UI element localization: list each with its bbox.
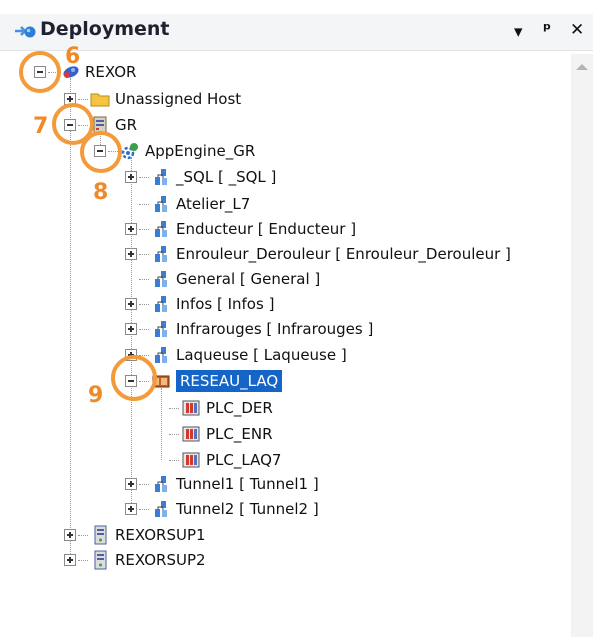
tree-node[interactable]: Tunnel1 [ Tunnel1 ] — [125, 472, 319, 496]
platform-icon — [90, 550, 110, 570]
tree-node[interactable]: Atelier_L7 — [125, 192, 250, 216]
callout-number-6: 6 — [65, 44, 81, 69]
tree-node[interactable]: General [ General ] — [125, 267, 320, 291]
expand-icon[interactable] — [125, 223, 137, 235]
area-icon — [151, 294, 171, 314]
tree-node[interactable]: Enducteur [ Enducteur ] — [125, 217, 356, 241]
tree-node-label[interactable]: REXOR — [85, 63, 136, 81]
tree-node[interactable]: Tunnel2 [ Tunnel2 ] — [125, 497, 319, 521]
tree-node[interactable]: Infos [ Infos ] — [125, 292, 274, 316]
tree-connector — [78, 559, 88, 561]
area-icon — [151, 499, 171, 519]
tree-connector — [139, 228, 149, 230]
expand-icon[interactable] — [125, 171, 137, 183]
tree-node-label[interactable]: Atelier_L7 — [176, 195, 250, 213]
tree-node-label[interactable]: RESEAU_LAQ — [176, 370, 283, 392]
area-icon — [151, 219, 171, 239]
area-icon — [151, 269, 171, 289]
tree-connector — [169, 433, 179, 435]
scroll-up-icon[interactable] — [576, 64, 588, 70]
tree-node-label[interactable]: _SQL [ _SQL ] — [176, 168, 276, 186]
tree-connector — [169, 407, 179, 409]
tree-node-label[interactable]: Tunnel1 [ Tunnel1 ] — [176, 475, 319, 493]
tree-connector — [139, 278, 149, 280]
area-icon — [151, 194, 171, 214]
tree-node-label[interactable]: Enducteur [ Enducteur ] — [176, 220, 356, 238]
callout-circle-8 — [80, 131, 122, 173]
platform-icon — [90, 525, 110, 545]
vertical-scrollbar[interactable] — [571, 54, 593, 637]
tree-node-label[interactable]: PLC_DER — [206, 399, 273, 417]
tree-connector — [139, 203, 149, 205]
expand-icon[interactable] — [64, 554, 76, 566]
tree-node[interactable]: PLC_LAQ7 — [155, 448, 281, 472]
callout-number-7: 7 — [33, 114, 49, 139]
tree-node-label[interactable]: General [ General ] — [176, 270, 320, 288]
tree-node[interactable]: REXORSUP2 — [64, 548, 206, 572]
tree-node-label[interactable]: AppEngine_GR — [145, 142, 255, 160]
plc-icon — [181, 450, 201, 470]
tree-node[interactable]: _SQL [ _SQL ] — [125, 165, 276, 189]
plc-icon — [181, 398, 201, 418]
tree-connector — [139, 303, 149, 305]
tree-node-label[interactable]: REXORSUP1 — [115, 526, 206, 544]
tree-connector — [169, 459, 179, 461]
plc-icon — [181, 424, 201, 444]
folder-icon — [90, 89, 110, 109]
tree-node[interactable]: PLC_ENR — [155, 422, 273, 446]
tree-node-label[interactable]: Enrouleur_Derouleur [ Enrouleur_Derouleu… — [176, 245, 511, 263]
expand-icon[interactable] — [125, 323, 137, 335]
area-icon — [151, 319, 171, 339]
tree-connector — [139, 508, 149, 510]
expand-icon[interactable] — [125, 248, 137, 260]
deployment-tree: REXOR Unassigned Host GR AppEngine_GR _SQL [… — [0, 0, 571, 637]
tree-node[interactable]: PLC_DER — [155, 396, 273, 420]
tree-node[interactable]: Infrarouges [ Infrarouges ] — [125, 317, 373, 341]
tree-node[interactable]: Enrouleur_Derouleur [ Enrouleur_Derouleu… — [125, 242, 511, 266]
area-icon — [151, 244, 171, 264]
tree-node-label[interactable]: REXORSUP2 — [115, 551, 206, 569]
tree-connector — [139, 328, 149, 330]
area-icon — [151, 167, 171, 187]
tree-node-label[interactable]: PLC_ENR — [206, 425, 273, 443]
tree-connector — [139, 483, 149, 485]
tree-node-label[interactable]: PLC_LAQ7 — [206, 451, 281, 469]
tree-node[interactable]: Unassigned Host — [64, 87, 241, 111]
tree-connector — [78, 98, 88, 100]
tree-node-label[interactable]: Laqueuse [ Laqueuse ] — [176, 346, 347, 364]
tree-node[interactable]: Laqueuse [ Laqueuse ] — [125, 343, 347, 367]
tree-node-label[interactable]: Tunnel2 [ Tunnel2 ] — [176, 500, 319, 518]
tree-connector — [78, 534, 88, 536]
callout-circle-6 — [19, 51, 61, 93]
tree-node-label[interactable]: Infrarouges [ Infrarouges ] — [176, 320, 373, 338]
area-icon — [151, 345, 171, 365]
tree-node[interactable]: REXORSUP1 — [64, 523, 206, 547]
tree-guide-line — [70, 78, 71, 560]
tree-node-label[interactable]: Unassigned Host — [115, 90, 241, 108]
tree-node-label[interactable]: GR — [115, 116, 137, 134]
tree-connector — [139, 176, 149, 178]
app-engine-icon — [120, 141, 140, 161]
callout-number-9: 9 — [88, 383, 104, 408]
tree-node-label[interactable]: Infos [ Infos ] — [176, 295, 274, 313]
deployment-panel: Deployment ▾ ᵖ ✕ REXOR Unassigned Host GR A… — [0, 0, 593, 637]
tree-connector — [139, 253, 149, 255]
expand-icon[interactable] — [125, 478, 137, 490]
close-button[interactable]: ✕ — [570, 20, 584, 40]
callout-circle-9 — [111, 355, 157, 401]
expand-icon[interactable] — [125, 298, 137, 310]
expand-icon[interactable] — [125, 503, 137, 515]
expand-icon[interactable] — [64, 529, 76, 541]
area-icon — [151, 474, 171, 494]
callout-number-8: 8 — [93, 180, 109, 205]
